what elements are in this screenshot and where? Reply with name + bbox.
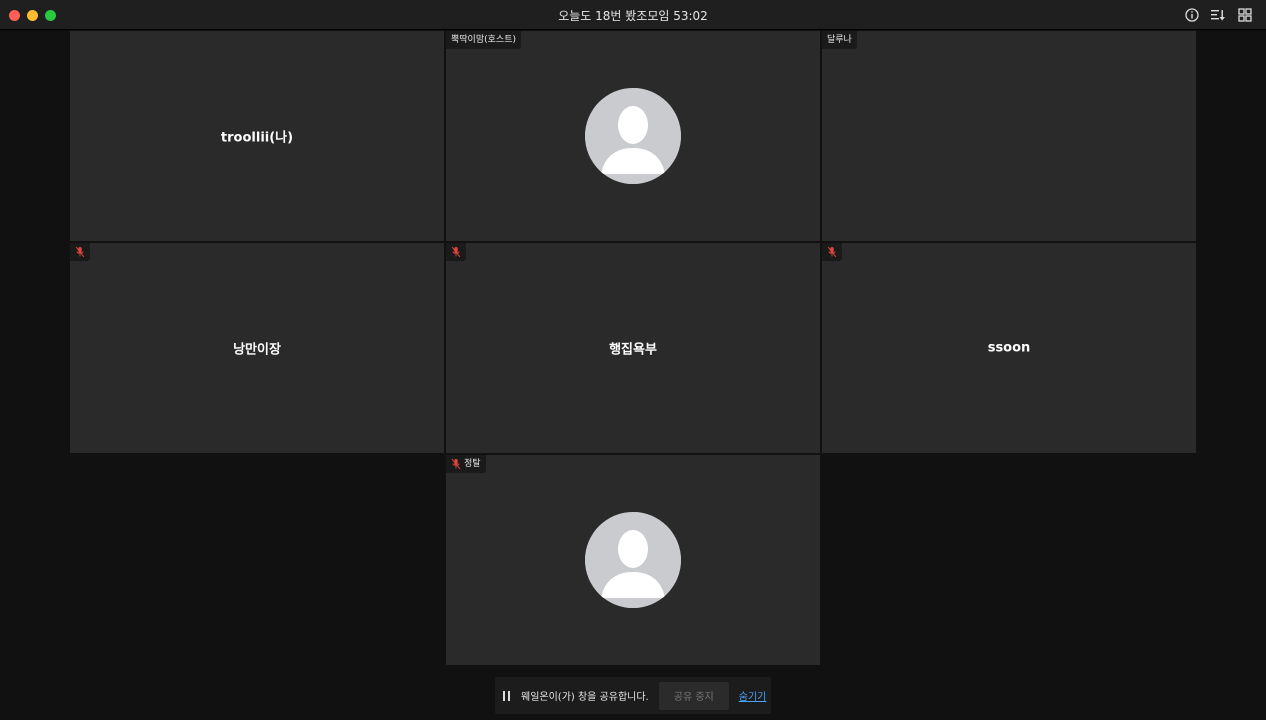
- default-avatar: [585, 88, 681, 184]
- participant-tag: 뿍딱이맘(호스트): [446, 31, 521, 49]
- window-titlebar: 오늘도 18번 봤조모임 53:02: [0, 0, 1266, 30]
- participant-tag: [70, 243, 90, 261]
- pause-icon[interactable]: [503, 690, 521, 701]
- participant-tag-label: 정탈: [464, 459, 481, 469]
- participant-name: 낭만이장: [233, 342, 281, 358]
- meeting-title: 오늘도 18번 봤조모임 53:02: [558, 9, 708, 23]
- participant-tag: 달루나: [822, 31, 857, 49]
- muted-mic-icon: [451, 458, 461, 470]
- participant-tile[interactable]: 낭만이장: [70, 243, 444, 453]
- participant-tag: [446, 243, 466, 261]
- participant-tag: 정탈: [446, 455, 486, 473]
- person-silhouette-icon: [585, 88, 681, 184]
- info-icon[interactable]: [1184, 7, 1200, 23]
- participant-tag-label: 달루나: [827, 35, 852, 45]
- sort-icon[interactable]: [1210, 7, 1226, 23]
- participant-tile[interactable]: 행집욕부: [446, 243, 820, 453]
- participant-name: ssoon: [987, 340, 1031, 356]
- grid-view-icon[interactable]: [1237, 7, 1253, 23]
- participant-name: 행집욕부: [609, 342, 657, 358]
- participant-tile[interactable]: 뿍딱이맘(호스트): [446, 31, 820, 241]
- muted-mic-icon: [451, 246, 461, 258]
- participant-tag-label: 뿍딱이맘(호스트): [451, 35, 516, 45]
- participant-tile[interactable]: 달루나: [822, 31, 1196, 241]
- stop-sharing-button[interactable]: 공유 중지: [658, 681, 729, 710]
- default-avatar: [585, 512, 681, 608]
- participant-tag: [822, 243, 842, 261]
- participant-tile[interactable]: 정탈: [446, 455, 820, 665]
- muted-mic-icon: [75, 246, 85, 258]
- participant-tile[interactable]: troollii(나): [70, 31, 444, 241]
- share-status-text: 웨일온이(가) 창을 공유합니다.: [521, 692, 649, 703]
- screen-share-bar: 웨일온이(가) 창을 공유합니다. 공유 중지 숨기기: [495, 677, 771, 714]
- participant-name: troollii(나): [220, 130, 294, 146]
- muted-mic-icon: [827, 246, 837, 258]
- participant-tile[interactable]: ssoon: [822, 243, 1196, 453]
- hide-share-bar-link[interactable]: 숨기기: [739, 688, 767, 703]
- person-silhouette-icon: [585, 512, 681, 608]
